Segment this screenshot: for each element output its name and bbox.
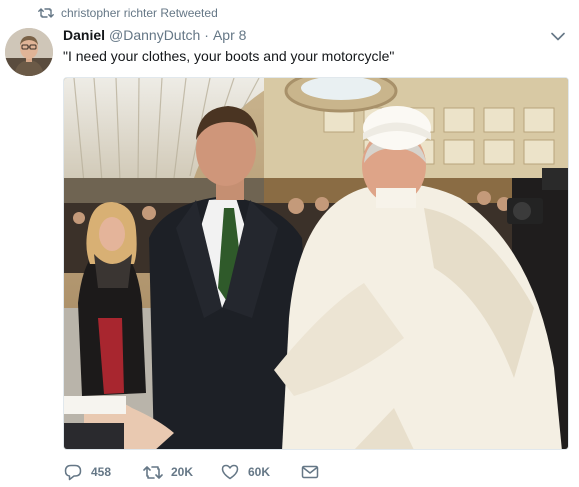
author-handle[interactable]: @DannyDutch	[109, 27, 200, 43]
heart-icon	[220, 463, 240, 481]
author-name[interactable]: Daniel	[63, 27, 105, 43]
reply-count: 458	[91, 465, 112, 479]
tweet-date[interactable]: Apr 8	[213, 27, 246, 43]
retweet-count: 20K	[171, 465, 194, 479]
chevron-down-icon[interactable]	[551, 30, 565, 42]
avatar[interactable]	[5, 28, 53, 76]
direct-message-button[interactable]	[300, 463, 328, 481]
reply-button[interactable]: 458	[63, 463, 143, 481]
retweet-icon	[143, 463, 163, 481]
like-button[interactable]: 60K	[220, 463, 300, 481]
retweet-icon	[38, 7, 54, 19]
tweet-photo[interactable]	[63, 77, 569, 450]
retweet-context-label: christopher richter Retweeted	[61, 6, 218, 20]
retweet-context[interactable]: christopher richter Retweeted	[38, 5, 218, 21]
reply-icon	[63, 463, 83, 481]
retweet-button[interactable]: 20K	[143, 463, 220, 481]
tweet-text: "I need your clothes, your boots and you…	[63, 48, 395, 64]
tweet-header: Daniel @DannyDutch · Apr 8	[63, 27, 539, 45]
envelope-icon	[300, 463, 320, 481]
separator: ·	[204, 27, 209, 43]
tweet-actions: 458 20K 60K	[63, 462, 328, 482]
like-count: 60K	[248, 465, 271, 479]
